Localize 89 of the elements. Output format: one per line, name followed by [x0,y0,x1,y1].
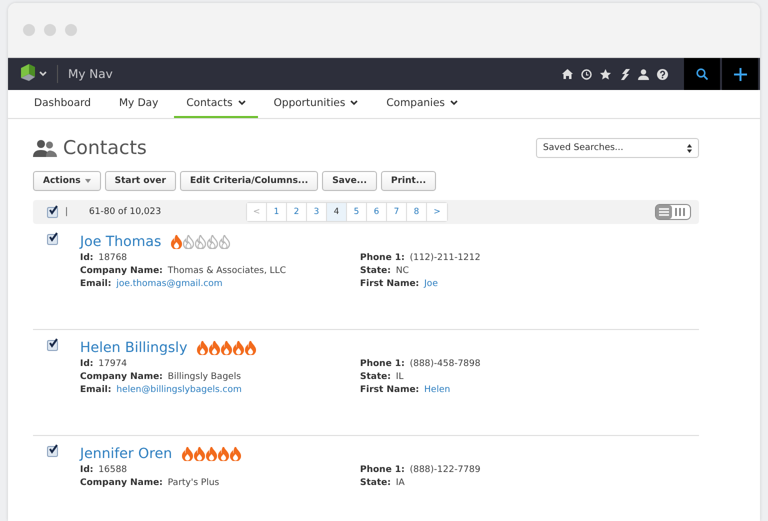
field-link[interactable]: helen@billingslybagels.com [116,385,242,395]
field-value: Party's Plus [168,478,220,488]
flame-icon [233,341,244,355]
field-label: First Name: [360,385,420,395]
field-value: 17974 [98,359,128,369]
field-label: Phone 1: [360,465,405,475]
clock-icon[interactable] [581,68,592,80]
field-label: State: [360,266,391,276]
flame-icon [218,447,230,461]
person-icon[interactable] [638,68,649,80]
field-value: NC [396,266,409,276]
field-link[interactable]: Joe [424,279,438,289]
flame-icon [182,447,194,461]
search-icon [696,68,708,80]
star-icon[interactable] [600,68,611,80]
window-dot[interactable] [44,24,56,36]
nav-tab[interactable]: Companies [374,90,470,118]
field-label: First Name: [360,279,420,289]
contact-name[interactable]: Jennifer Oren [80,446,172,462]
field-value: 18768 [98,253,128,263]
checkbox[interactable] [47,340,58,351]
flame-icon [209,341,220,355]
field-label: Company Name: [80,478,163,488]
caret-icon [39,71,47,77]
field-value: Thomas & Associates, LLC [168,266,286,276]
nav-tab[interactable]: My Day [106,90,170,118]
field-label: State: [360,372,391,382]
field-label: Id: [80,359,94,369]
bolt-icon[interactable] [619,68,630,80]
field-label: Phone 1: [360,359,405,369]
field-label: Id: [80,253,94,263]
contact-name[interactable]: Joe Thomas [80,234,162,250]
field-value: 16588 [98,465,128,475]
toolbar-button[interactable]: Start over [104,171,176,191]
add-button[interactable] [722,58,758,90]
field-value: (888)-122-7789 [410,465,480,475]
flame-icon [195,235,206,249]
help-icon[interactable] [657,68,668,80]
nav-tab[interactable]: Opportunities [262,90,370,118]
flame-icon [207,235,218,249]
flame-icon [194,447,206,461]
toolbar-button[interactable]: Print... [380,171,436,191]
page-title: Contacts [63,137,147,159]
flame-icon [230,447,242,461]
checkbox[interactable] [47,446,58,457]
flame-icon [183,235,194,249]
field-label: State: [360,478,391,488]
nav-tab[interactable]: Dashboard [22,90,103,118]
flame-icon [197,341,208,355]
result-range: 61-80 of 10,023 [89,207,162,217]
logo-icon[interactable] [21,64,35,84]
field-label: Company Name: [80,266,163,276]
divider: | [65,207,68,217]
checkbox[interactable] [47,206,58,218]
contact-name[interactable]: Helen Billingsly [80,340,188,356]
field-value: IL [396,372,404,382]
search-button[interactable] [684,58,720,90]
field-label: Email: [80,279,112,289]
field-label: Company Name: [80,372,163,382]
page-button[interactable]: 4 [327,203,347,221]
field-link[interactable]: joe.thomas@gmail.com [116,279,223,289]
flame-icon [245,341,256,355]
field-value: (112)-211-1212 [410,253,480,263]
field-link[interactable]: Helen [424,385,450,395]
flame-icon [219,235,230,249]
field-label: Email: [80,385,112,395]
view-toggle-icon[interactable] [655,204,691,220]
sort-arrows-icon [687,144,692,152]
home-icon[interactable] [562,69,573,79]
field-label: Phone 1: [360,253,405,263]
nav-title[interactable]: My Nav [68,67,113,81]
flame-icon [221,341,232,355]
plus-icon [734,68,746,80]
field-value: IA [396,478,405,488]
flame-icon [206,447,218,461]
toolbar-button[interactable]: Edit Criteria/Columns... [180,171,318,191]
window-dot[interactable] [23,24,35,36]
toolbar-button[interactable]: Save... [322,171,377,191]
window-dot[interactable] [65,24,77,36]
people-icon [33,139,57,157]
field-value: (888)-458-7898 [410,359,480,369]
nav-tab[interactable]: Contacts [174,90,258,118]
prev-page-button[interactable]: < [247,203,267,221]
saved-searches-dropdown[interactable]: Saved Searches... [536,138,699,158]
toolbar-button[interactable]: Actions [33,171,101,191]
field-value: Billingsly Bagels [168,372,241,382]
checkbox[interactable] [47,234,58,245]
flame-icon [171,235,182,249]
field-label: Id: [80,465,94,475]
